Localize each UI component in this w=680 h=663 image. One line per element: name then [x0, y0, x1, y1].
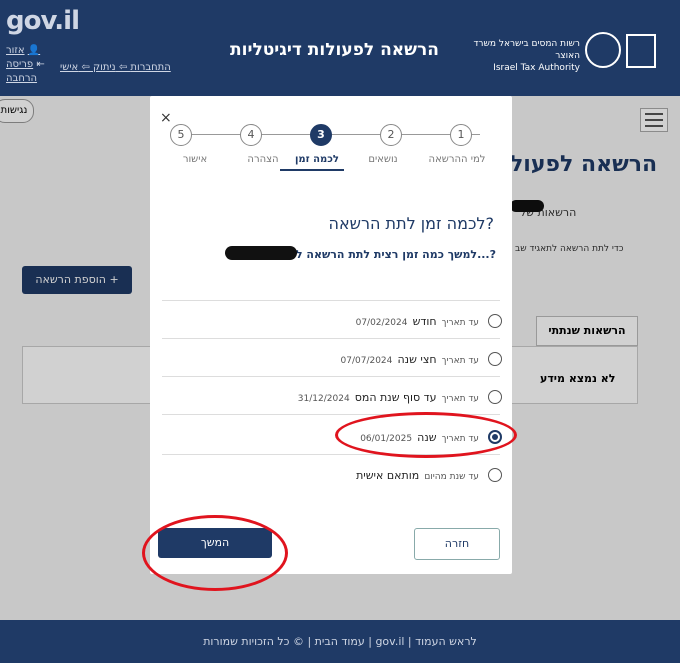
back-button[interactable]: חזרה	[414, 528, 500, 560]
header: gov.il אזור 👤 פריסה ⇤ הרחבה התחברות ⇦ ני…	[0, 0, 680, 96]
authority-name: רשות המסים בישראל משרד האוצר Israel Tax …	[473, 39, 580, 73]
annotation-circle-next	[142, 515, 288, 591]
option-date: 07/02/2024	[355, 318, 408, 328]
option-end-of-tax-year[interactable]: 31/12/2024 עד תאריך עד סוף שנת המס	[172, 386, 502, 406]
gov-logo[interactable]: gov.il	[6, 6, 80, 36]
duration-subquestion: למשך כמה זמן רצית לתת הרשאה לא...?	[287, 248, 496, 261]
active-step-underline	[280, 169, 344, 171]
radio-button[interactable]	[488, 389, 502, 404]
option-half-year[interactable]: 07/07/2024 עד תאריך חצי שנה	[172, 348, 502, 368]
step-4: 4	[240, 124, 262, 146]
option-date-prefix: עד תאריך	[441, 394, 479, 404]
stepper: 5 4 3 2 1	[170, 124, 490, 146]
option-date-prefix: עד תאריך	[441, 318, 479, 328]
footer: עמוד הבית | © כל הזכויות שמורות | gov.il…	[0, 620, 680, 663]
radio-button[interactable]	[488, 467, 502, 482]
step-label-2: נושאים	[368, 154, 398, 165]
radio-button[interactable]	[488, 351, 502, 366]
step-label-1: למי ההרשאה	[428, 154, 486, 165]
option-date-prefix: עד תאריך	[441, 356, 479, 366]
option-month[interactable]: 07/02/2024 עד תאריך חודש	[172, 310, 502, 330]
step-label-3: לכמה זמן	[295, 154, 339, 165]
print-link[interactable]: פריסה	[6, 59, 33, 70]
option-divider	[162, 300, 500, 301]
expand-link[interactable]: הרחבה	[6, 73, 37, 84]
connections-link[interactable]: התחברות	[130, 62, 170, 73]
redaction-mark	[225, 246, 297, 260]
area-link[interactable]: אזור	[6, 45, 25, 56]
duration-question: לכמה זמן לתת הרשאה?	[328, 214, 495, 233]
tax-authority-emblem-icon	[585, 32, 621, 68]
option-date: 07/07/2024	[340, 356, 393, 366]
option-label: עד סוף שנת המס	[354, 391, 437, 404]
logout-link[interactable]: ניתוק	[93, 62, 116, 73]
step-5: 5	[170, 124, 192, 146]
header-mid-links: התחברות ⇦ ניתוק ⇦ אישי	[60, 62, 171, 73]
option-divider	[162, 338, 500, 339]
option-label: חודש	[412, 315, 437, 328]
option-label: חצי שנה	[397, 353, 437, 366]
user-icon: 👤	[27, 45, 41, 56]
step-3: 3	[310, 124, 332, 146]
menorah-emblem-icon	[626, 34, 656, 68]
option-date: 31/12/2024	[297, 394, 350, 404]
duration-modal: × 5 4 3 2 1 אישור הצהרה לכמה זמן נושאים …	[150, 96, 512, 574]
header-links: אזור 👤 פריסה ⇤ הרחבה	[6, 45, 45, 84]
annotation-circle-year	[335, 412, 517, 458]
option-label: מותאם אישית	[356, 469, 420, 482]
option-divider	[162, 376, 500, 377]
option-date-prefix: עד שנת מהיום	[424, 472, 479, 482]
step-label-5: אישור	[182, 154, 208, 165]
option-custom[interactable]: עד שנת מהיום מותאם אישית	[172, 464, 502, 484]
personal-link[interactable]: אישי	[60, 62, 78, 73]
site-title: הרשאה לפעולות דיגיטליות	[230, 40, 439, 60]
step-2: 2	[380, 124, 402, 146]
radio-button[interactable]	[488, 313, 502, 328]
step-1: 1	[450, 124, 472, 146]
